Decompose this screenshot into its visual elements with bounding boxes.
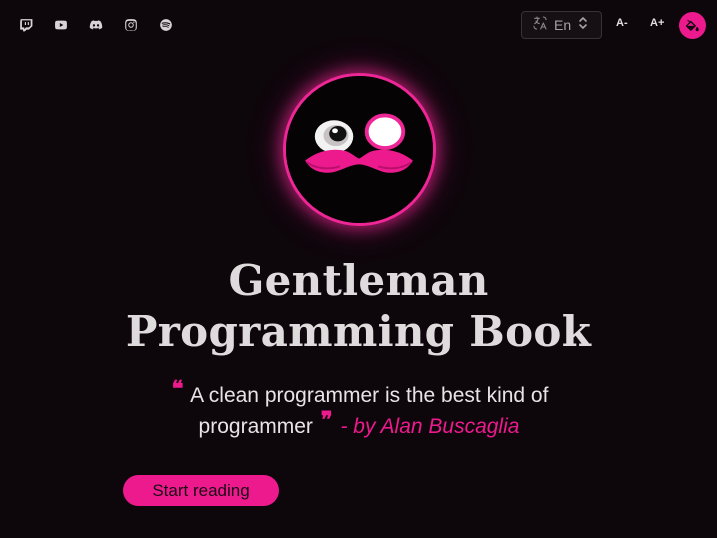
hero-quote: ❝ A clean programmer is the best kind of… bbox=[145, 376, 573, 442]
start-reading-button[interactable]: Start reading bbox=[123, 475, 279, 506]
gentleman-mustache-logo bbox=[286, 76, 433, 223]
quote-open-mark: ❝ bbox=[171, 376, 184, 402]
theme-button[interactable] bbox=[679, 12, 706, 39]
font-increase-button[interactable]: A+ bbox=[650, 17, 664, 33]
gentleman-logo bbox=[283, 73, 436, 226]
title-line-1: Gentleman bbox=[228, 256, 489, 305]
language-selector[interactable]: En bbox=[521, 11, 602, 39]
spotify-icon[interactable] bbox=[157, 16, 174, 33]
font-decrease-button[interactable]: A- bbox=[616, 17, 628, 33]
paint-bucket-icon bbox=[685, 19, 699, 32]
twitch-icon[interactable] bbox=[17, 16, 34, 33]
quote-author: - by Alan Buscaglia bbox=[340, 415, 520, 438]
instagram-icon[interactable] bbox=[122, 16, 139, 33]
quote-close-mark: ❞ bbox=[320, 407, 333, 433]
youtube-icon[interactable] bbox=[52, 16, 69, 33]
translate-icon bbox=[532, 15, 548, 36]
page-title: Gentleman Programming Book bbox=[0, 255, 717, 357]
social-links bbox=[17, 16, 192, 33]
chevron-updown-icon bbox=[578, 16, 588, 35]
language-value: En bbox=[554, 17, 572, 33]
title-line-2: Programming Book bbox=[125, 307, 592, 356]
discord-icon[interactable] bbox=[87, 16, 104, 33]
